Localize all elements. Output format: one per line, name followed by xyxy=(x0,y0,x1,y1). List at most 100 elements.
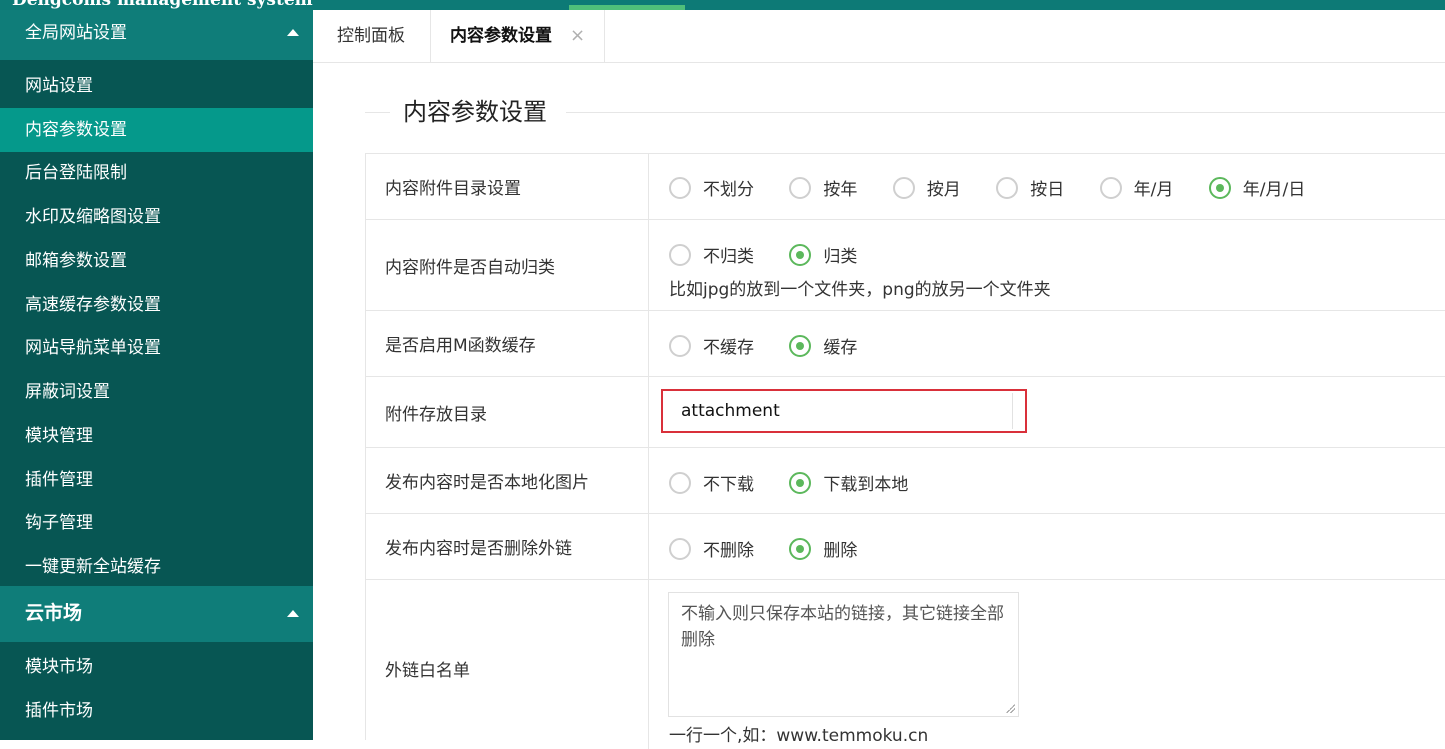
radio-option[interactable]: 不下载 xyxy=(669,470,754,496)
tab-label: 内容参数设置 xyxy=(450,26,552,46)
radio-group-attach-dir: 不划分 按年 按月 按日 年/月 年/月/日 xyxy=(669,175,1335,201)
form-row-auto-classify: 内容附件是否自动归类 不归类 归类 比如jpg的放到一个文件夹，png的放另一个… xyxy=(365,219,1445,310)
radio-checked-icon xyxy=(789,538,812,560)
radio-label: 不归类 xyxy=(703,247,754,267)
radio-circle-icon xyxy=(669,472,691,494)
whitelist-textarea[interactable]: 不输入则只保存本站的链接，其它链接全部删除 xyxy=(668,592,1019,717)
form-row-attach-dir: 内容附件目录设置 不划分 按年 按月 按日 年/月 年/月/日 xyxy=(365,153,1445,219)
sidebar-item-hooks[interactable]: 钩子管理 xyxy=(0,501,313,545)
field-hint: 比如jpg的放到一个文件夹，png的放另一个文件夹 xyxy=(669,280,1051,300)
radio-circle-icon xyxy=(669,244,691,266)
radio-circle-icon xyxy=(892,177,915,199)
resize-grip-icon[interactable] xyxy=(1005,703,1015,713)
sidebar-item-email[interactable]: 邮箱参数设置 xyxy=(0,239,313,283)
radio-option-selected[interactable]: 缓存 xyxy=(789,333,857,359)
sidebar-item-plugins[interactable]: 插件管理 xyxy=(0,458,313,502)
sidebar-item-login-limit[interactable]: 后台登陆限制 xyxy=(0,151,313,195)
sidebar: 全局网站设置 网站设置 内容参数设置 后台登陆限制 水印及缩略图设置 邮箱参数设… xyxy=(0,10,313,740)
radio-label: 按日 xyxy=(1030,180,1065,200)
sidebar-item-cache[interactable]: 高速缓存参数设置 xyxy=(0,283,313,327)
radio-checked-icon xyxy=(789,335,812,357)
radio-option[interactable]: 年/月 xyxy=(1099,175,1174,201)
sidebar-item-module-market[interactable]: 模块市场 xyxy=(0,645,313,689)
sidebar-item-content-params[interactable]: 内容参数设置 xyxy=(0,108,313,152)
radio-option[interactable]: 按日 xyxy=(996,175,1064,201)
radio-label: 不下载 xyxy=(703,475,754,495)
radio-label: 删除 xyxy=(823,541,858,561)
radio-checked-icon xyxy=(789,472,812,494)
radio-label: 不划分 xyxy=(703,180,754,200)
tab-dashboard[interactable]: 控制面板 xyxy=(313,10,431,62)
radio-label: 按月 xyxy=(926,180,961,200)
sidebar-item-site-settings[interactable]: 网站设置 xyxy=(0,64,313,108)
radio-option[interactable]: 按月 xyxy=(892,175,961,201)
radio-label: 缓存 xyxy=(823,338,858,358)
brand-title: Dengcoms management system xyxy=(12,0,313,10)
form-row-remove-links: 发布内容时是否删除外链 不删除 删除 xyxy=(365,513,1445,579)
sidebar-group-cloud-market[interactable]: 云市场 xyxy=(0,586,313,642)
radio-circle-icon xyxy=(669,538,691,560)
form-row-localize-images: 发布内容时是否本地化图片 不下载 下载到本地 xyxy=(365,447,1445,513)
field-label: 发布内容时是否删除外链 xyxy=(365,514,649,579)
radio-option[interactable]: 不划分 xyxy=(669,175,754,201)
sidebar-item-refresh-cache[interactable]: 一键更新全站缓存 xyxy=(0,545,313,589)
radio-checked-icon xyxy=(789,244,812,266)
radio-label: 归类 xyxy=(823,247,858,267)
sidebar-group-global-settings[interactable]: 全局网站设置 xyxy=(0,10,313,60)
legend-divider xyxy=(365,112,390,113)
radio-option-selected[interactable]: 年/月/日 xyxy=(1208,175,1306,201)
input-value: attachment xyxy=(681,401,780,421)
radio-group-localize-images: 不下载 下载到本地 xyxy=(669,470,938,496)
radio-group-auto-classify: 不归类 归类 xyxy=(669,242,887,268)
radio-group-remove-links: 不删除 删除 xyxy=(669,536,887,562)
radio-label: 按年 xyxy=(823,180,858,200)
radio-label: 不缓存 xyxy=(703,338,754,358)
field-label: 发布内容时是否本地化图片 xyxy=(365,448,649,513)
tab-bar: 控制面板 内容参数设置 × xyxy=(313,10,1445,63)
radio-circle-icon xyxy=(1099,177,1122,199)
radio-label: 下载到本地 xyxy=(823,475,909,495)
storage-dir-input[interactable]: attachment xyxy=(661,389,1027,433)
form-row-m-cache: 是否启用M函数缓存 不缓存 缓存 xyxy=(365,310,1445,376)
radio-option[interactable]: 不归类 xyxy=(669,242,754,268)
radio-label: 年/月/日 xyxy=(1242,180,1306,200)
form-row-storage-dir: 附件存放目录 attachment xyxy=(365,376,1445,447)
sidebar-group-label: 云市场 xyxy=(25,602,83,624)
sidebar-group-label: 全局网站设置 xyxy=(25,23,127,43)
page-title: 内容参数设置 xyxy=(403,98,547,126)
radio-circle-icon xyxy=(996,177,1019,199)
radio-label: 不删除 xyxy=(703,541,754,561)
radio-label: 年/月 xyxy=(1133,180,1174,200)
field-hint: 一行一个,如：www.temmoku.cn xyxy=(669,726,929,746)
field-label: 是否启用M函数缓存 xyxy=(365,311,649,376)
textarea-placeholder: 不输入则只保存本站的链接，其它链接全部删除 xyxy=(681,604,1004,650)
caret-up-icon xyxy=(287,610,299,617)
sidebar-item-watermark[interactable]: 水印及缩略图设置 xyxy=(0,195,313,239)
caret-up-icon xyxy=(287,29,299,36)
sidebar-item-blocked-words[interactable]: 屏蔽词设置 xyxy=(0,370,313,414)
legend-divider xyxy=(566,112,1445,113)
field-label: 内容附件目录设置 xyxy=(365,154,649,219)
sidebar-item-modules[interactable]: 模块管理 xyxy=(0,414,313,458)
radio-circle-icon xyxy=(669,177,691,199)
radio-option-selected[interactable]: 删除 xyxy=(789,536,857,562)
radio-checked-icon xyxy=(1208,177,1231,199)
form-row-whitelist: 外链白名单 不输入则只保存本站的链接，其它链接全部删除 一行一个,如：www.t… xyxy=(365,579,1445,749)
field-label: 内容附件是否自动归类 xyxy=(365,220,649,310)
radio-group-m-cache: 不缓存 缓存 xyxy=(669,333,887,359)
radio-option[interactable]: 不删除 xyxy=(669,536,754,562)
radio-option-selected[interactable]: 下载到本地 xyxy=(789,470,908,496)
input-inner-border xyxy=(1012,393,1013,429)
radio-circle-icon xyxy=(669,335,691,357)
field-label: 外链白名单 xyxy=(365,580,649,749)
field-label: 附件存放目录 xyxy=(365,377,649,447)
radio-option-selected[interactable]: 归类 xyxy=(789,242,857,268)
radio-option[interactable]: 按年 xyxy=(789,175,857,201)
sidebar-item-plugin-market[interactable]: 插件市场 xyxy=(0,689,313,733)
top-header: Dengcoms management system xyxy=(0,0,1445,10)
tab-content-params[interactable]: 内容参数设置 × xyxy=(431,10,605,62)
radio-option[interactable]: 不缓存 xyxy=(669,333,754,359)
sidebar-item-nav-menu[interactable]: 网站导航菜单设置 xyxy=(0,326,313,370)
close-icon[interactable]: × xyxy=(570,10,585,62)
radio-circle-icon xyxy=(789,177,812,199)
